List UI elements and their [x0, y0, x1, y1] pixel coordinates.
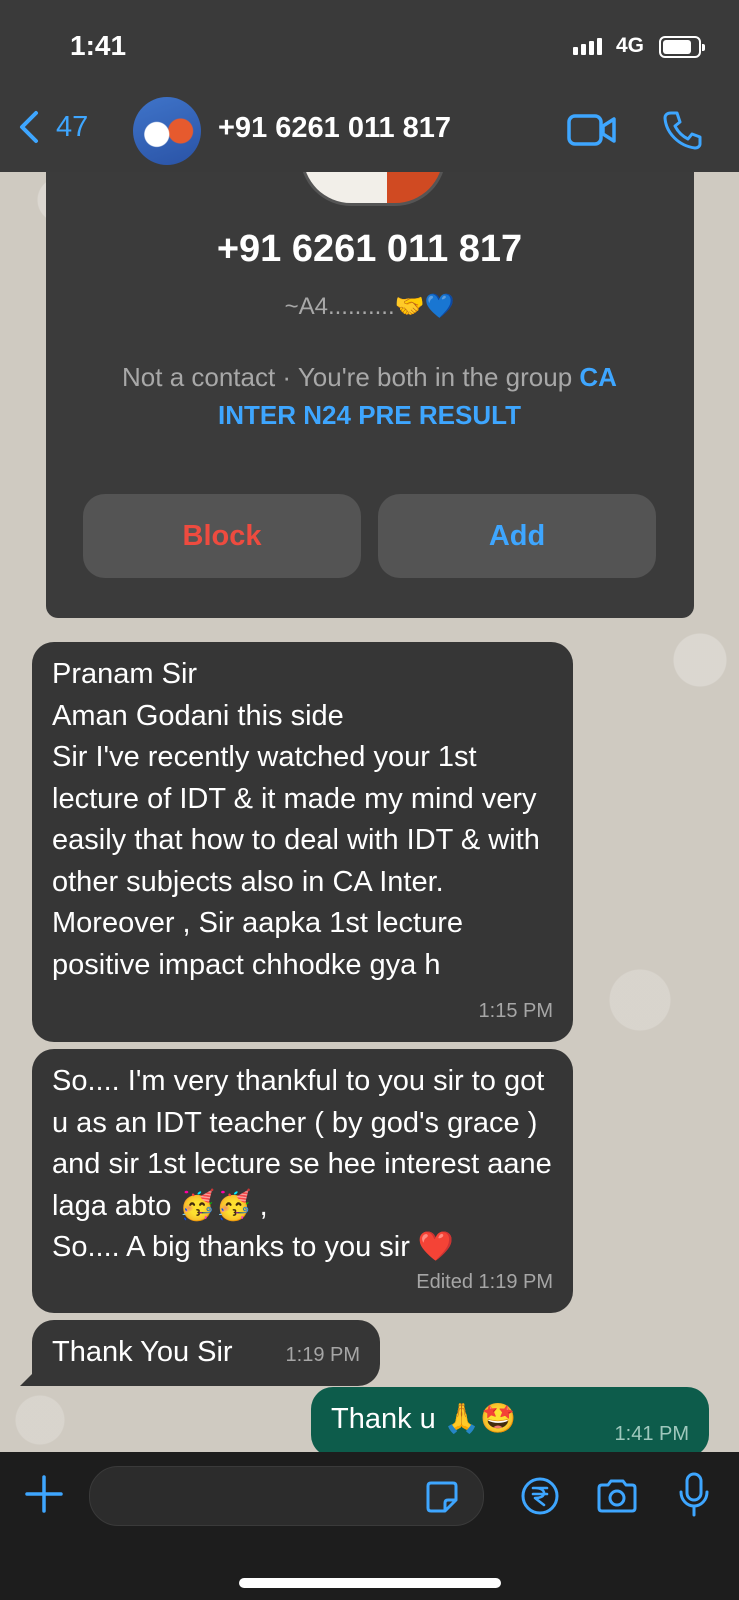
- message-bubble-incoming[interactable]: Thank You Sir 1:19 PM: [32, 1320, 380, 1386]
- message-bubble-incoming[interactable]: So.... I'm very thankful to you sir to g…: [32, 1049, 573, 1313]
- block-button[interactable]: Block: [83, 494, 361, 578]
- contact-about: ~A4..........🤝💙: [0, 292, 739, 321]
- chat-header: 1:41 4G 47 +91 6261 011 817: [0, 0, 739, 172]
- battery-icon: [659, 36, 705, 58]
- sticker-icon[interactable]: [425, 1480, 459, 1514]
- message-text: So.... I'm very thankful to you sir to g…: [52, 1065, 552, 1263]
- back-button[interactable]: 47: [16, 110, 88, 144]
- signal-icon: [573, 38, 602, 55]
- network-type: 4G: [616, 34, 645, 57]
- message-bubble-outgoing[interactable]: Thank u 🙏🤩 1:41 PM: [311, 1387, 709, 1457]
- note-text: Not a contact · You're both in the group: [122, 362, 580, 392]
- status-time: 1:41: [70, 30, 127, 61]
- camera-icon[interactable]: [595, 1478, 639, 1514]
- chevron-left-icon: [20, 111, 38, 143]
- payment-rupee-icon[interactable]: [520, 1476, 560, 1516]
- unread-count: 47: [56, 110, 89, 143]
- microphone-icon[interactable]: [678, 1472, 710, 1518]
- plus-icon[interactable]: [24, 1474, 64, 1514]
- message-time: Edited 1:19 PM: [416, 1270, 553, 1293]
- about-emojis: 🤝💙: [394, 293, 455, 320]
- message-time: 1:15 PM: [478, 999, 553, 1022]
- message-time: 1:19 PM: [285, 1343, 360, 1366]
- message-bubble-incoming[interactable]: Pranam Sir Aman Godani this side Sir I'v…: [32, 642, 573, 1042]
- contact-name[interactable]: +91 6261 011 817: [218, 112, 451, 145]
- contact-avatar[interactable]: [133, 97, 201, 165]
- video-call-icon[interactable]: [567, 113, 617, 147]
- card-contact-number: +91 6261 011 817: [216, 228, 523, 270]
- message-text: Pranam Sir Aman Godani this side Sir I'v…: [52, 658, 540, 981]
- message-composer: [0, 1452, 739, 1600]
- not-a-contact-note: Not a contact · You're both in the group…: [80, 358, 659, 434]
- home-indicator: [239, 1578, 501, 1588]
- phone-call-icon[interactable]: [662, 110, 702, 150]
- add-contact-button[interactable]: Add: [378, 494, 656, 578]
- message-time: 1:41 PM: [614, 1422, 689, 1445]
- about-text: ~A4..........: [284, 293, 395, 320]
